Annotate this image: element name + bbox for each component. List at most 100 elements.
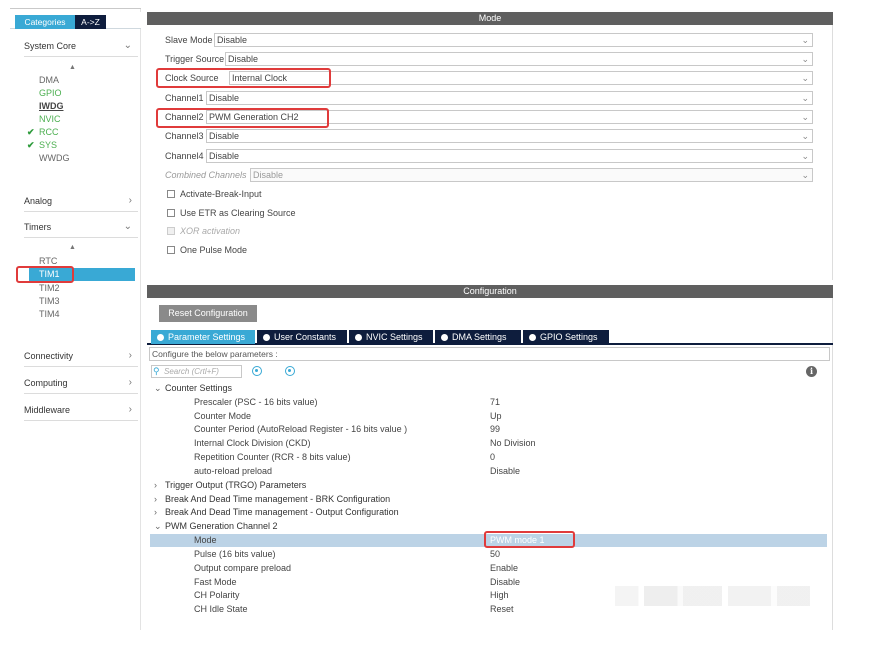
list-item-gpio[interactable]: GPIO: [39, 87, 62, 99]
checkbox-label: Use ETR as Clearing Source: [180, 208, 296, 218]
list-item-iwdg[interactable]: IWDG: [39, 100, 64, 112]
field-label: Channel2: [165, 112, 204, 122]
divider: [24, 237, 138, 238]
checkbox-box[interactable]: [167, 227, 175, 235]
mode-panel: Mode Slave Mode Disable ⌄ Trigger Source …: [147, 12, 833, 280]
chevron-down-icon: ⌄: [801, 170, 809, 180]
slave-mode-select[interactable]: Disable ⌄: [214, 33, 813, 47]
reset-configuration-button[interactable]: Reset Configuration: [159, 305, 257, 322]
divider: [24, 211, 138, 212]
list-item-sys[interactable]: ✔ SYS: [27, 139, 57, 151]
chevron-right-icon: ›: [128, 404, 132, 415]
chevron-down-icon: ⌄: [801, 35, 809, 45]
combined-channels-select[interactable]: Disable ⌄: [250, 168, 813, 182]
expand-all-icon[interactable]: [252, 366, 262, 376]
search-input[interactable]: ⚲ Search (Crtl+F): [151, 365, 242, 378]
table-row[interactable]: Counter Mode Up: [150, 410, 827, 423]
use-etr-checkbox[interactable]: Use ETR as Clearing Source: [167, 207, 296, 219]
checkbox-box[interactable]: [167, 246, 175, 254]
category-middleware[interactable]: Middleware ›: [24, 402, 136, 418]
channel4-row: Channel4 Disable ⌄: [165, 149, 813, 163]
param-value[interactable]: PWM mode 1: [490, 534, 545, 547]
activate-break-input-checkbox[interactable]: Activate-Break-Input: [167, 188, 262, 200]
list-item-rcc[interactable]: ✔ RCC: [27, 126, 59, 138]
config-tabs: Parameter Settings User Constants NVIC S…: [147, 328, 833, 345]
field-label: Trigger Source: [165, 54, 225, 64]
tab-label: User Constants: [274, 332, 337, 342]
list-item-nvic[interactable]: NVIC: [39, 113, 61, 125]
list-item-tim1[interactable]: TIM1: [29, 268, 135, 281]
sort-up-icon[interactable]: ▲: [69, 64, 76, 71]
category-system-core[interactable]: System Core ⌄: [24, 38, 136, 54]
list-item-wwdg[interactable]: WWDG: [39, 152, 70, 164]
table-row[interactable]: Repetition Counter (RCR - 8 bits value) 0: [150, 451, 827, 464]
table-row[interactable]: Counter Period (AutoReload Register - 16…: [150, 423, 827, 436]
tab-a-to-z[interactable]: A->Z: [75, 15, 106, 29]
group-pwm-channel-2[interactable]: ⌄ PWM Generation Channel 2: [154, 520, 278, 533]
one-pulse-mode-checkbox[interactable]: One Pulse Mode: [167, 244, 247, 256]
tab-nvic-settings[interactable]: NVIC Settings: [349, 330, 433, 344]
table-row[interactable]: Internal Clock Division (CKD) No Division: [150, 437, 827, 450]
select-value: Internal Clock: [232, 73, 288, 83]
chevron-down-icon: ⌄: [801, 73, 809, 83]
table-row[interactable]: Pulse (16 bits value) 50: [150, 548, 827, 561]
category-computing[interactable]: Computing ›: [24, 375, 136, 391]
clock-source-row: Clock Source Internal Clock ⌄: [165, 71, 813, 85]
group-trgo-parameters[interactable]: › Trigger Output (TRGO) Parameters: [154, 479, 306, 492]
param-name: Pulse (16 bits value): [194, 549, 276, 559]
tab-categories[interactable]: Categories: [15, 15, 75, 29]
select-value: Disable: [253, 170, 284, 180]
channel3-select[interactable]: Disable ⌄: [206, 129, 813, 143]
tab-gpio-settings[interactable]: GPIO Settings: [523, 330, 609, 344]
param-value: Enable: [490, 563, 519, 573]
chevron-down-icon: ⌄: [801, 54, 809, 64]
category-sidebar: Categories A->Z System Core ⌄ ▲ DMA GPIO…: [10, 8, 141, 630]
channel4-select[interactable]: Disable ⌄: [206, 149, 813, 163]
table-row[interactable]: auto-reload preload Disable: [150, 465, 827, 478]
chevron-right-icon: ›: [128, 195, 132, 206]
group-brk-configuration[interactable]: › Break And Dead Time management - BRK Co…: [154, 493, 390, 506]
param-name: Counter Period (AutoReload Register - 16…: [194, 424, 408, 434]
list-item-tim2[interactable]: TIM2: [39, 282, 60, 294]
category-timers[interactable]: Timers ⌄: [24, 219, 136, 235]
configuration-panel: Configuration Reset Configuration Parame…: [147, 285, 833, 630]
checkbox-box[interactable]: [167, 190, 175, 198]
group-counter-settings[interactable]: ⌄ Counter Settings: [154, 382, 232, 395]
category-connectivity[interactable]: Connectivity ›: [24, 348, 136, 364]
chevron-down-icon: ⌄: [801, 112, 809, 122]
category-analog[interactable]: Analog ›: [24, 193, 136, 209]
group-label: Break And Dead Time management - Output …: [165, 507, 399, 517]
checkbox-box[interactable]: [167, 209, 175, 217]
category-label: Middleware: [24, 405, 71, 415]
list-item-dma[interactable]: DMA: [39, 74, 59, 86]
list-item-tim4[interactable]: TIM4: [39, 308, 60, 320]
xor-activation-checkbox[interactable]: XOR activation: [167, 225, 240, 237]
info-icon[interactable]: i: [806, 366, 817, 377]
chevron-right-icon: ›: [128, 350, 132, 361]
tab-user-constants[interactable]: User Constants: [257, 330, 347, 344]
tab-label: GPIO Settings: [540, 332, 598, 342]
field-label: Combined Channels: [165, 170, 247, 180]
collapse-all-icon[interactable]: [285, 366, 295, 376]
group-output-configuration[interactable]: › Break And Dead Time management - Output…: [154, 506, 399, 519]
category-label: Timers: [24, 222, 52, 232]
list-item-rtc[interactable]: RTC: [39, 255, 57, 267]
channel1-select[interactable]: Disable ⌄: [206, 91, 813, 105]
list-item-label: SYS: [39, 140, 58, 150]
tab-parameter-settings[interactable]: Parameter Settings: [151, 330, 255, 344]
blurred-watermark: [615, 586, 810, 606]
table-row[interactable]: Output compare preload Enable: [150, 562, 827, 575]
tab-dma-settings[interactable]: DMA Settings: [435, 330, 521, 344]
table-row-selected[interactable]: Mode PWM mode 1: [150, 534, 827, 547]
field-label: Channel3: [165, 131, 204, 141]
param-name: Output compare preload: [194, 563, 292, 573]
chevron-right-icon: ›: [154, 480, 157, 490]
trigger-source-select[interactable]: Disable ⌄: [225, 52, 813, 66]
param-value: 99: [490, 424, 501, 434]
channel2-select[interactable]: PWM Generation CH2 ⌄: [206, 110, 813, 124]
list-item-tim3[interactable]: TIM3: [39, 295, 60, 307]
chevron-down-icon: ⌄: [801, 93, 809, 103]
table-row[interactable]: Prescaler (PSC - 16 bits value) 71: [150, 396, 827, 409]
clock-source-select[interactable]: Internal Clock ⌄: [229, 71, 813, 85]
sort-up-icon[interactable]: ▲: [69, 244, 76, 251]
